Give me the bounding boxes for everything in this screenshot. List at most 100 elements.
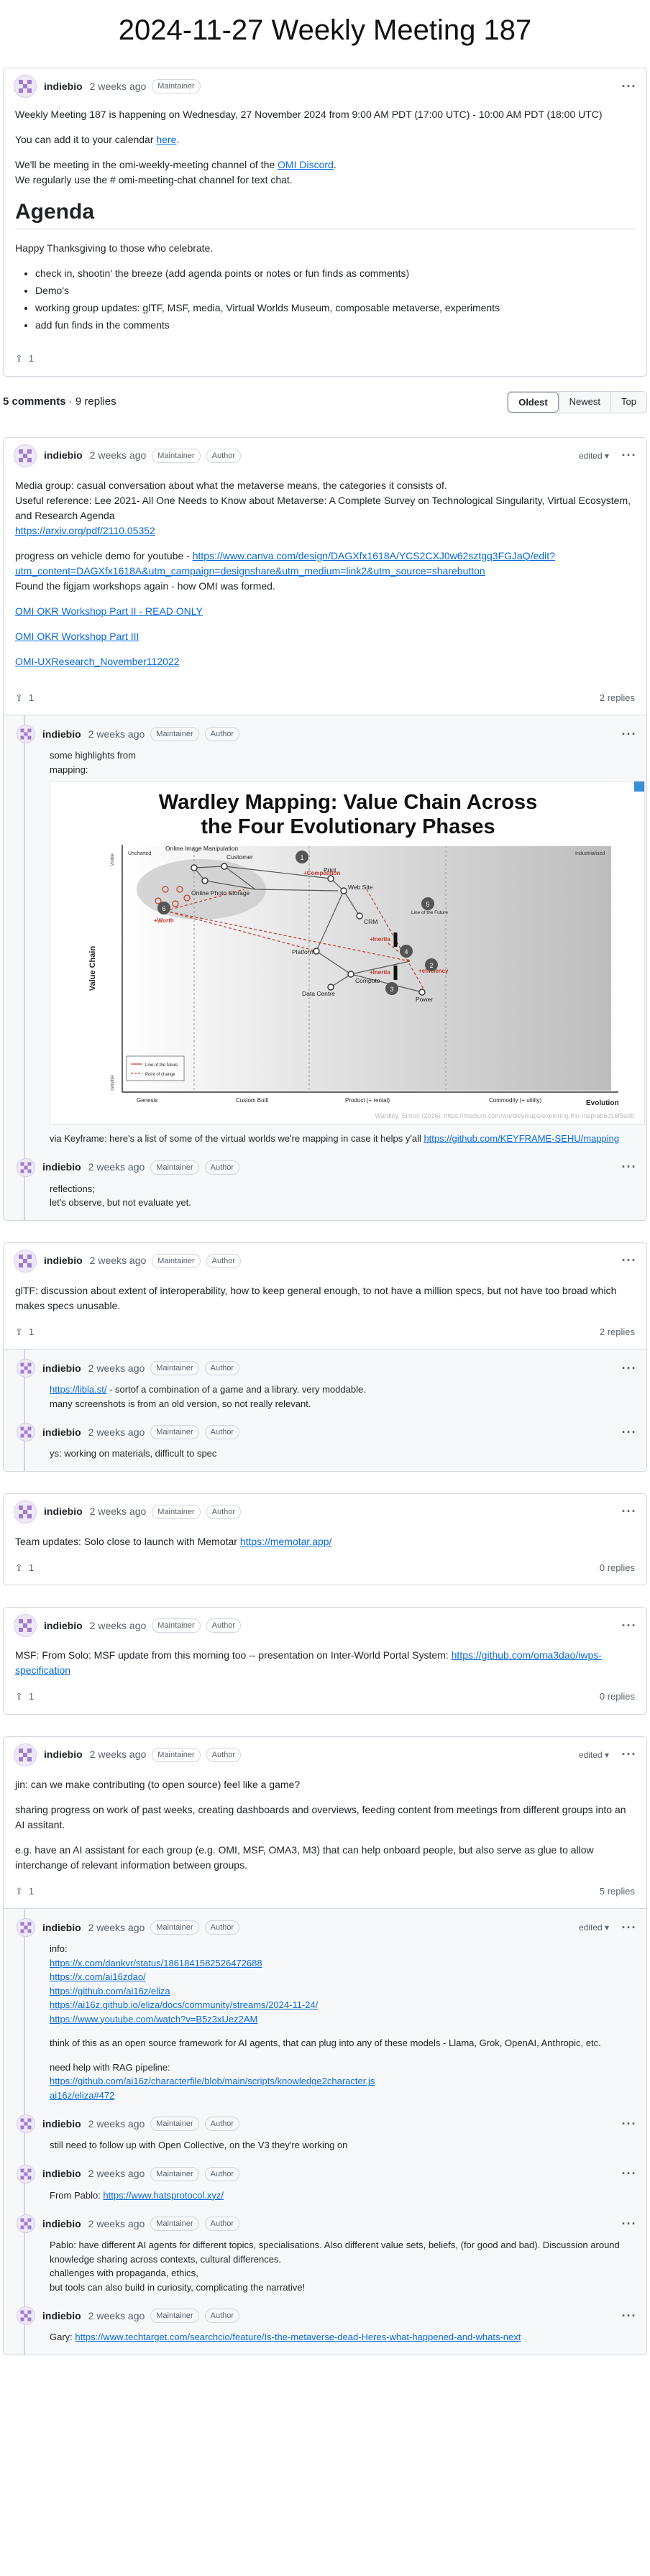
avatar[interactable]	[17, 1158, 35, 1177]
sort-newest-button[interactable]: Newest	[558, 391, 610, 413]
timestamp[interactable]: 2 weeks ago	[90, 448, 147, 463]
upvote-icon[interactable]: ⇧	[15, 1690, 23, 1704]
author-name[interactable]: indiebio	[42, 1361, 81, 1376]
more-options-icon[interactable]: ···	[619, 1251, 639, 1270]
comment-link[interactable]: https://www.youtube.com/watch?v=B5z3xUez…	[50, 2014, 257, 2025]
timestamp[interactable]: 2 weeks ago	[88, 2217, 145, 2232]
timestamp[interactable]: 2 weeks ago	[90, 1618, 147, 1633]
comment-link[interactable]: https://ai16z.github.io/eliza/docs/commu…	[50, 1999, 318, 2010]
comment-link[interactable]: https://memotar.app/	[240, 1536, 332, 1547]
avatar[interactable]	[14, 1249, 37, 1273]
comment-link[interactable]: https://github.com/KEYFRAME-SEHU/mapping	[424, 1133, 619, 1144]
author-name[interactable]: indiebio	[42, 2309, 81, 2324]
author-name[interactable]: indiebio	[44, 1253, 83, 1268]
comment-link[interactable]: https://github.com/ai16z/eliza	[50, 1986, 170, 1997]
comment-link[interactable]: https://libla.st/	[50, 1384, 106, 1395]
more-options-icon[interactable]: ···	[619, 1745, 639, 1764]
more-options-icon[interactable]: ···	[619, 1918, 639, 1938]
comment-link[interactable]: OMI-UXResearch_November112022	[15, 656, 180, 667]
edited-dropdown[interactable]: edited ▾	[579, 449, 609, 462]
more-options-icon[interactable]: ···	[619, 1359, 639, 1378]
author-name[interactable]: indiebio	[42, 2117, 81, 2132]
comment-link[interactable]: https://x.com/dankvr/status/186184158252…	[50, 1958, 262, 1968]
upvote-icon[interactable]: ⇧	[15, 1561, 23, 1575]
replies-count[interactable]: 0 replies	[600, 1561, 635, 1575]
discord-link[interactable]: OMI Discord	[278, 159, 334, 170]
timestamp[interactable]: 2 weeks ago	[90, 1253, 147, 1268]
replies-count[interactable]: 5 replies	[600, 1884, 635, 1899]
author-name[interactable]: indiebio	[42, 2166, 81, 2181]
more-options-icon[interactable]: ···	[619, 1423, 639, 1442]
timestamp[interactable]: 2 weeks ago	[88, 1920, 145, 1935]
upvote-icon[interactable]: ⇧	[15, 352, 23, 366]
author-name[interactable]: indiebio	[44, 1747, 83, 1762]
replies-count[interactable]: 0 replies	[600, 1690, 635, 1704]
author-name[interactable]: indiebio	[44, 1618, 83, 1633]
timestamp[interactable]: 2 weeks ago	[90, 79, 147, 94]
comment-link[interactable]: https://arxiv.org/pdf/2110.05352	[15, 525, 155, 536]
avatar[interactable]	[17, 2306, 35, 2325]
timestamp[interactable]: 2 weeks ago	[88, 1425, 145, 1440]
author-name[interactable]: indiebio	[42, 1920, 81, 1935]
author-badge: Author	[206, 448, 242, 463]
more-options-icon[interactable]: ···	[619, 1616, 639, 1636]
comment-link[interactable]: https://www.hatsprotocol.xyz/	[103, 2190, 224, 2201]
sort-oldest-button[interactable]: Oldest	[508, 391, 559, 413]
upvote-icon[interactable]: ⇧	[15, 1884, 23, 1899]
timestamp[interactable]: 2 weeks ago	[88, 1361, 145, 1376]
edited-dropdown[interactable]: edited ▾	[579, 1921, 609, 1934]
more-options-icon[interactable]: ···	[619, 446, 639, 465]
author-name[interactable]: indiebio	[42, 727, 81, 742]
avatar[interactable]	[14, 75, 37, 98]
more-options-icon[interactable]: ···	[619, 1502, 639, 1521]
upvote-icon[interactable]: ⇧	[15, 1325, 23, 1339]
upvote-icon[interactable]: ⇧	[15, 691, 23, 705]
author-name[interactable]: indiebio	[44, 448, 83, 463]
edited-dropdown[interactable]: edited ▾	[579, 1748, 609, 1761]
avatar[interactable]	[17, 2114, 35, 2133]
calendar-link[interactable]: here	[156, 134, 176, 145]
sort-top-button[interactable]: Top	[610, 391, 646, 413]
avatar[interactable]	[14, 1743, 37, 1766]
replies-count[interactable]: 2 replies	[600, 1325, 635, 1339]
more-options-icon[interactable]: ···	[619, 77, 639, 96]
comment-link[interactable]: OMI OKR Workshop Part II - READ ONLY	[15, 605, 203, 617]
comment-link[interactable]: ai16z/eliza#472	[50, 2090, 114, 2101]
timestamp[interactable]: 2 weeks ago	[88, 2117, 145, 2132]
more-options-icon[interactable]: ···	[619, 2306, 639, 2326]
avatar[interactable]	[17, 725, 35, 743]
more-options-icon[interactable]: ···	[619, 2214, 639, 2234]
comment-link[interactable]: https://github.com/ai16z/characterfile/b…	[50, 2076, 375, 2086]
author-name[interactable]: indiebio	[44, 1504, 83, 1519]
comment-link[interactable]: https://x.com/ai16zdao/	[50, 1971, 146, 1982]
wardley-map-image[interactable]: Wardley Mapping: Value Chain Across the …	[50, 781, 645, 1124]
avatar[interactable]	[17, 1359, 35, 1378]
more-options-icon[interactable]: ···	[619, 2164, 639, 2183]
avatar[interactable]	[17, 2214, 35, 2233]
timestamp[interactable]: 2 weeks ago	[88, 2309, 145, 2324]
comment-link[interactable]: OMI OKR Workshop Part III	[15, 631, 139, 642]
more-options-icon[interactable]: ···	[619, 1158, 639, 1177]
timestamp[interactable]: 2 weeks ago	[88, 727, 145, 742]
avatar[interactable]	[17, 2164, 35, 2183]
avatar[interactable]	[14, 1500, 37, 1523]
comment-link[interactable]: https://www.techtarget.com/searchcio/fea…	[75, 2332, 521, 2342]
timestamp[interactable]: 2 weeks ago	[88, 1160, 145, 1175]
more-options-icon[interactable]: ···	[619, 725, 639, 744]
timestamp[interactable]: 2 weeks ago	[90, 1504, 147, 1519]
author-name[interactable]: indiebio	[44, 79, 83, 94]
avatar[interactable]	[14, 1614, 37, 1637]
avatar[interactable]	[17, 1918, 35, 1937]
timestamp[interactable]: 2 weeks ago	[88, 2166, 145, 2181]
expand-corner-icon[interactable]	[634, 781, 644, 792]
change-marker: 4	[404, 948, 408, 955]
author-name[interactable]: indiebio	[42, 2217, 81, 2232]
timestamp[interactable]: 2 weeks ago	[90, 1747, 147, 1762]
author-name[interactable]: indiebio	[42, 1425, 81, 1440]
avatar[interactable]	[17, 1423, 35, 1441]
more-options-icon[interactable]: ···	[619, 2114, 639, 2134]
avatar[interactable]	[14, 444, 37, 467]
comment-line: sharing progress on work of past weeks, …	[15, 1802, 635, 1833]
author-name[interactable]: indiebio	[42, 1160, 81, 1175]
replies-count[interactable]: 2 replies	[600, 691, 635, 705]
